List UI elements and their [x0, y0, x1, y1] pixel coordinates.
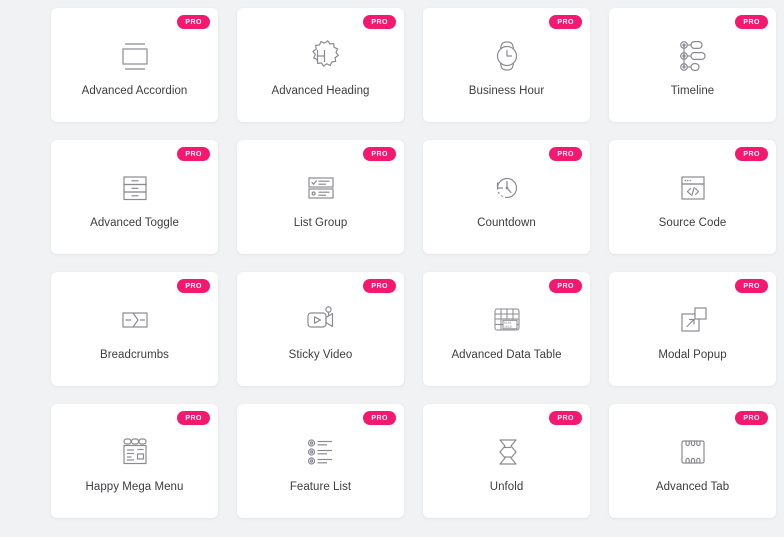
pro-badge: PRO: [735, 15, 768, 29]
pro-badge: PRO: [735, 279, 768, 293]
pro-badge: PRO: [549, 411, 582, 425]
widget-card-advanced-data-table[interactable]: PRO 0101 1010 Advanced Data Table: [423, 272, 590, 386]
code-window-icon: [671, 166, 715, 210]
wristwatch-clock-icon: [485, 34, 529, 78]
pro-badge: PRO: [177, 15, 210, 29]
widget-label: Countdown: [477, 217, 536, 229]
video-camera-pin-icon: [299, 298, 343, 342]
widget-card-modal-popup[interactable]: PRO Modal Popup: [609, 272, 776, 386]
widget-card-unfold[interactable]: PRO Unfold: [423, 404, 590, 518]
pro-badge: PRO: [363, 15, 396, 29]
pro-badge: PRO: [549, 15, 582, 29]
widget-card-advanced-heading[interactable]: PRO Advanced Heading: [237, 8, 404, 122]
widget-card-feature-list[interactable]: PRO Feature List: [237, 404, 404, 518]
widget-label: Breadcrumbs: [100, 349, 169, 361]
widget-label: Advanced Data Table: [451, 349, 562, 361]
widget-card-advanced-tab[interactable]: PRO Advanced Tab: [609, 404, 776, 518]
mega-menu-panel-icon: [113, 430, 157, 474]
widget-label: List Group: [293, 217, 348, 229]
pro-badge: PRO: [549, 147, 582, 161]
pro-badge: PRO: [177, 279, 210, 293]
widget-label: Feature List: [289, 481, 352, 493]
widget-label: Advanced Heading: [271, 85, 370, 97]
widget-label: Source Code: [658, 217, 727, 229]
widget-label: Advanced Toggle: [90, 217, 179, 229]
widget-label: Advanced Tab: [655, 481, 730, 493]
widget-label: Sticky Video: [288, 349, 353, 361]
widget-card-list-group[interactable]: PRO List Group: [237, 140, 404, 254]
widget-label: Unfold: [489, 481, 524, 493]
svg-text:1010: 1010: [504, 325, 512, 329]
widget-card-advanced-accordion[interactable]: PRO Advanced Accordion: [51, 8, 218, 122]
popup-window-arrow-icon: [671, 298, 715, 342]
pro-badge: PRO: [735, 147, 768, 161]
widget-label: Timeline: [670, 85, 715, 97]
pro-badge: PRO: [177, 147, 210, 161]
data-table-grid-icon: 0101 1010: [485, 298, 529, 342]
pro-badge: PRO: [363, 147, 396, 161]
widget-card-source-code[interactable]: PRO Source Code: [609, 140, 776, 254]
feature-list-bullets-icon: [299, 430, 343, 474]
stacked-toggle-rows-icon: [113, 166, 157, 210]
breadcrumb-chevron-icon: [113, 298, 157, 342]
unfold-zigzag-icon: [485, 430, 529, 474]
pro-badge: PRO: [177, 411, 210, 425]
widget-card-breadcrumbs[interactable]: PRO Breadcrumbs: [51, 272, 218, 386]
widget-label: Advanced Accordion: [81, 85, 188, 97]
accordion-panel-icon: [113, 34, 157, 78]
widget-card-timeline[interactable]: PRO Timeline: [609, 8, 776, 122]
tabs-panel-icon: [671, 430, 715, 474]
pro-badge: PRO: [363, 279, 396, 293]
pro-badge: PRO: [363, 411, 396, 425]
widget-card-sticky-video[interactable]: PRO Sticky Video: [237, 272, 404, 386]
widget-card-business-hour[interactable]: PRO Business Hour: [423, 8, 590, 122]
widget-label: Business Hour: [468, 85, 545, 97]
widget-grid: PRO Advanced Accordion PRO Advanced Head…: [0, 0, 784, 518]
widget-label: Happy Mega Menu: [85, 481, 184, 493]
widget-card-countdown[interactable]: PRO Countdown: [423, 140, 590, 254]
widget-label: Modal Popup: [658, 349, 727, 361]
timeline-nodes-icon: [671, 34, 715, 78]
widget-card-happy-mega-menu[interactable]: PRO Happy Mega Menu: [51, 404, 218, 518]
checklist-rows-icon: [299, 166, 343, 210]
gear-heading-h-icon: [299, 34, 343, 78]
pro-badge: PRO: [549, 279, 582, 293]
pro-badge: PRO: [735, 411, 768, 425]
widget-card-advanced-toggle[interactable]: PRO Advanced Toggle: [51, 140, 218, 254]
clock-rewind-icon: [485, 166, 529, 210]
